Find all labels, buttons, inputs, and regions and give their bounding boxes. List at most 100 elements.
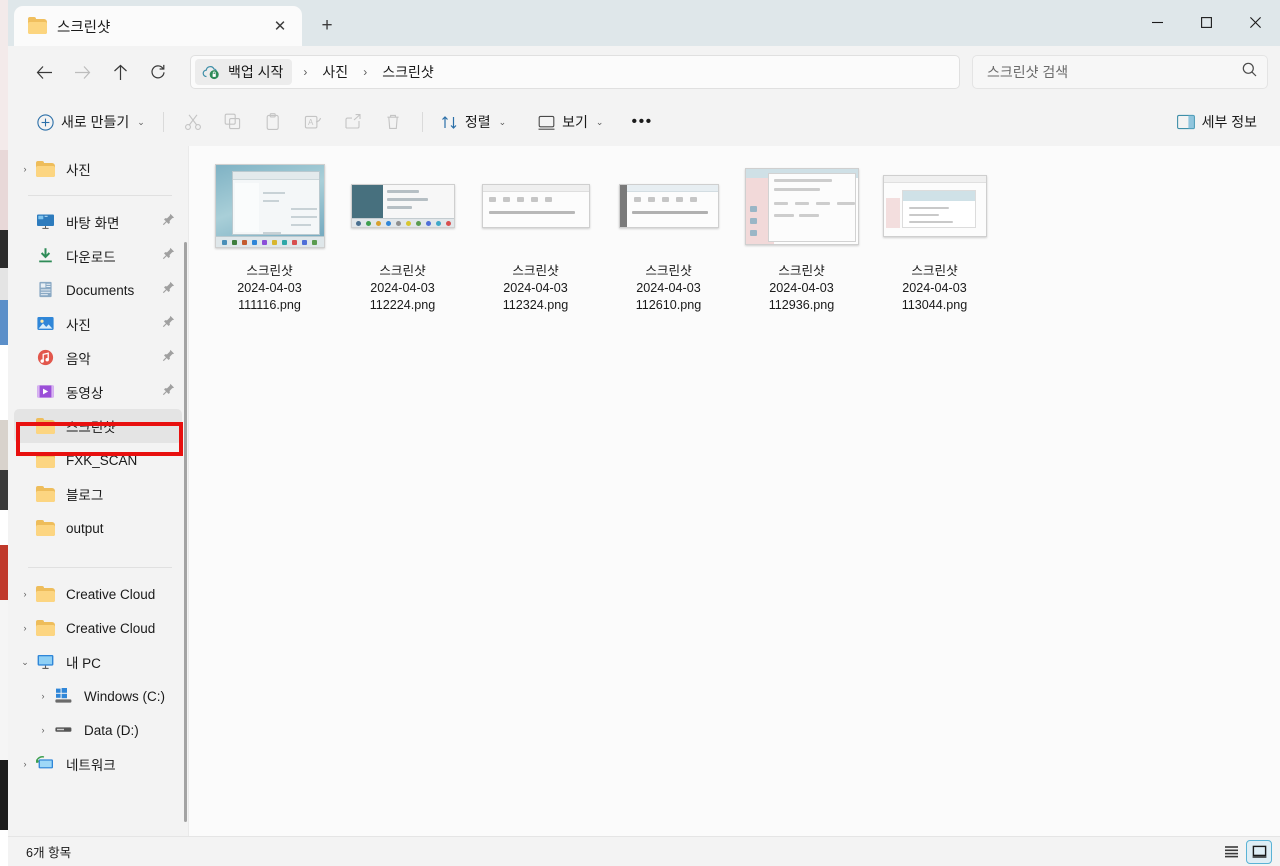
sidebar-item-screenshots[interactable]: 스크린샷: [14, 409, 182, 443]
pin-icon[interactable]: [162, 247, 176, 265]
breadcrumb-item-screenshots[interactable]: 스크린샷: [378, 59, 438, 85]
more-options-button[interactable]: •••: [622, 106, 661, 138]
up-icon[interactable]: [102, 55, 138, 89]
copy-button[interactable]: [213, 106, 253, 138]
sidebar-item-data-d[interactable]: › Data (D:): [14, 713, 182, 747]
sidebar-item-label: 내 PC: [66, 656, 101, 671]
breadcrumb-separator-2: ›: [363, 65, 368, 79]
svg-text:A: A: [308, 118, 314, 127]
close-tab-icon[interactable]: ✕: [266, 12, 294, 40]
sidebar-item-label: Documents: [66, 282, 135, 298]
paste-button[interactable]: [253, 106, 293, 138]
chevron-right-icon[interactable]: ›: [14, 164, 36, 174]
file-item[interactable]: 스크린샷 2024-04-03 112936.png: [735, 152, 868, 322]
sidebar-item-videos[interactable]: 동영상: [14, 375, 182, 409]
share-button[interactable]: [333, 106, 373, 138]
sort-button[interactable]: 정렬 ⌄: [432, 106, 515, 138]
folder-icon: [36, 519, 57, 537]
details-pane-button[interactable]: 세부 정보: [1168, 106, 1266, 138]
minimize-icon[interactable]: [1133, 0, 1182, 44]
search-icon[interactable]: [1242, 62, 1257, 82]
breadcrumb-item-photos[interactable]: 사진: [318, 59, 352, 85]
new-tab-icon[interactable]: +: [310, 9, 344, 43]
chevron-down-icon[interactable]: ⌄: [14, 657, 36, 668]
file-name: 스크린샷 2024-04-03 112936.png: [768, 264, 835, 312]
chevron-right-icon[interactable]: ›: [32, 691, 54, 701]
title-bar: 스크린샷 ✕ +: [8, 0, 1280, 46]
sidebar-scrollbar[interactable]: [184, 242, 187, 822]
pin-icon[interactable]: [162, 349, 176, 367]
sidebar-item-creative-cloud-1[interactable]: › Creative Cloud: [14, 577, 182, 611]
sidebar-item-windows-c[interactable]: › Windows (C:): [14, 679, 182, 713]
list-view-toggle[interactable]: [1218, 840, 1244, 864]
sidebar-divider-2: [28, 567, 172, 568]
cloud-lock-icon: [202, 64, 221, 80]
sidebar-item-pictures[interactable]: 사진: [14, 307, 182, 341]
address-bar[interactable]: 백업 시작 › 사진 › 스크린샷: [190, 55, 960, 89]
sort-button-label: 정렬: [464, 114, 491, 130]
chevron-right-icon[interactable]: ›: [32, 725, 54, 735]
file-item[interactable]: 스크린샷 2024-04-03 112224.png: [336, 152, 469, 322]
back-icon[interactable]: [26, 55, 62, 89]
videos-icon: [36, 383, 57, 401]
breadcrumb-root[interactable]: 백업 시작: [195, 59, 293, 85]
tab-screenshots[interactable]: 스크린샷 ✕: [14, 6, 302, 46]
sidebar-item-output[interactable]: output: [14, 511, 182, 545]
sidebar-item-network[interactable]: › 네트워크: [14, 747, 182, 781]
breadcrumb-separator-1: ›: [303, 65, 308, 79]
sidebar-item-label: 블로그: [66, 488, 104, 503]
sidebar-item-blog[interactable]: 블로그: [14, 477, 182, 511]
file-list-pane[interactable]: 스크린샷 2024-04-03 111116.png 스크린샷 2024-04-…: [189, 146, 1280, 836]
pin-icon[interactable]: [162, 213, 176, 231]
navigation-bar: 백업 시작 › 사진 › 스크린샷: [8, 46, 1280, 98]
pin-icon[interactable]: [162, 315, 176, 333]
file-item[interactable]: 스크린샷 2024-04-03 112324.png: [469, 152, 602, 322]
search-box[interactable]: [972, 55, 1268, 89]
desktop-icon: [36, 213, 57, 231]
folder-icon: [36, 485, 57, 503]
file-item[interactable]: 스크린샷 2024-04-03 113044.png: [868, 152, 1001, 322]
view-button[interactable]: 보기 ⌄: [529, 106, 612, 138]
file-name: 스크린샷 2024-04-03 112224.png: [369, 264, 436, 312]
forward-icon[interactable]: [64, 55, 100, 89]
chevron-right-icon[interactable]: ›: [14, 759, 36, 769]
file-item[interactable]: 스크린샷 2024-04-03 111116.png: [203, 152, 336, 322]
search-input[interactable]: [987, 64, 1242, 80]
sidebar-item-fxk-scan[interactable]: FXK_SCAN: [14, 443, 182, 477]
maximize-icon[interactable]: [1182, 0, 1231, 44]
item-count-label: 6개 항목: [26, 846, 72, 860]
sidebar-item-photos-root[interactable]: › 사진: [14, 152, 182, 186]
thumbnail-wrap: [210, 156, 330, 256]
thumbnail-wrap: [609, 156, 729, 256]
new-button[interactable]: 새로 만들기 ⌄: [28, 106, 154, 138]
sidebar-item-music[interactable]: 음악: [14, 341, 182, 375]
file-item[interactable]: 스크린샷 2024-04-03 112610.png: [602, 152, 735, 322]
rename-button[interactable]: A: [293, 106, 333, 138]
sidebar-item-downloads[interactable]: 다운로드: [14, 239, 182, 273]
refresh-icon[interactable]: [140, 55, 176, 89]
chevron-right-icon[interactable]: ›: [14, 589, 36, 599]
cut-button[interactable]: [173, 106, 213, 138]
file-grid: 스크린샷 2024-04-03 111116.png 스크린샷 2024-04-…: [203, 152, 1280, 322]
breadcrumb-root-label: 백업 시작: [228, 64, 284, 80]
sidebar-item-label: Creative Cloud: [66, 586, 156, 602]
file-thumbnail: [618, 184, 719, 228]
sidebar-item-documents[interactable]: Documents: [14, 273, 182, 307]
pin-icon[interactable]: [162, 281, 176, 299]
sidebar-item-label: 다운로드: [66, 250, 116, 265]
pin-icon[interactable]: [162, 383, 176, 401]
details-pane-label: 세부 정보: [1201, 114, 1257, 130]
file-thumbnail: [882, 175, 987, 237]
chevron-right-icon[interactable]: ›: [14, 623, 36, 633]
delete-button[interactable]: [373, 106, 413, 138]
command-bar: 새로 만들기 ⌄ A 정렬 ⌄ 보기 ⌄ ••• 세부 정보: [8, 98, 1280, 146]
file-name: 스크린샷 2024-04-03 111116.png: [237, 264, 302, 312]
close-window-icon[interactable]: [1231, 0, 1280, 44]
tile-view-toggle[interactable]: [1246, 839, 1272, 864]
file-name: 스크린샷 2024-04-03 113044.png: [901, 264, 968, 312]
sidebar-item-this-pc[interactable]: ⌄ 내 PC: [14, 645, 182, 679]
sidebar-item-creative-cloud-2[interactable]: › Creative Cloud: [14, 611, 182, 645]
navigation-pane-scroll: › 사진 바탕 화면 다운로드 Documents 사진 음악 동영상 스크린샷…: [8, 146, 188, 781]
folder-icon: [36, 417, 57, 435]
sidebar-item-desktop[interactable]: 바탕 화면: [14, 205, 182, 239]
